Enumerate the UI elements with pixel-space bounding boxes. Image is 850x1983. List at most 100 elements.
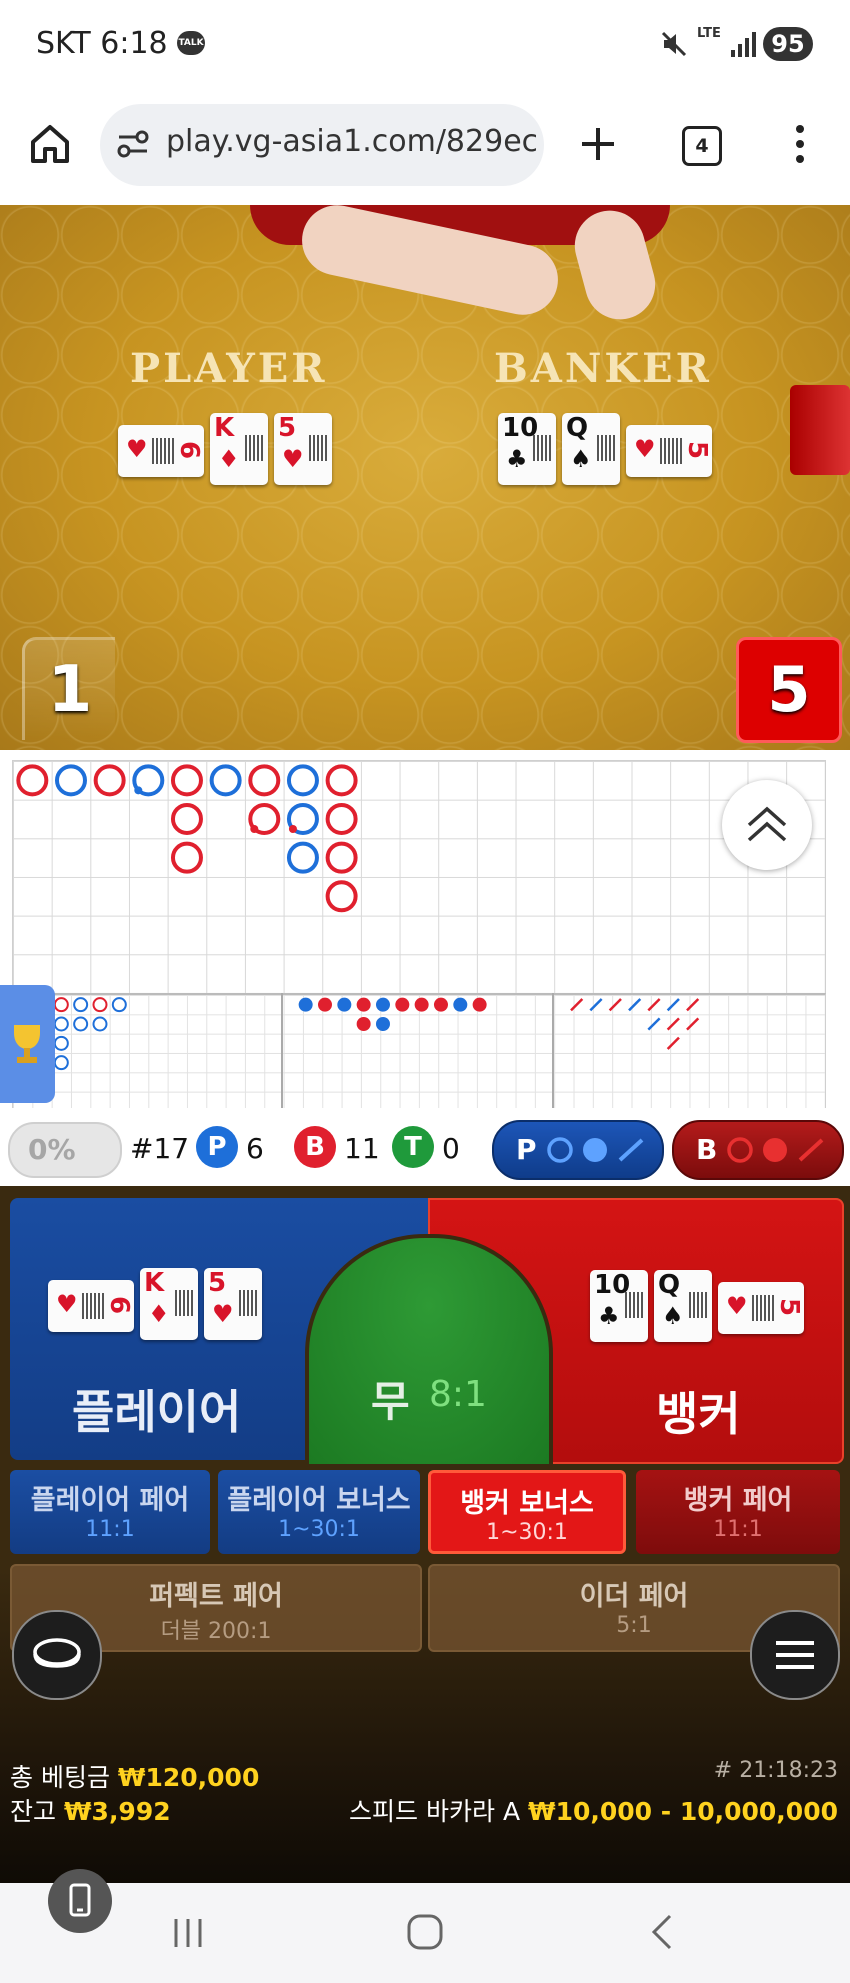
small-road-mark	[395, 997, 410, 1012]
player-area-label: PLAYER	[130, 345, 328, 392]
status-bar: SKT 6:18 TALK LTE 95	[0, 0, 850, 90]
card-rank: 6	[103, 1295, 134, 1315]
floating-phone-button[interactable]	[48, 1869, 112, 1933]
small-road-mark	[356, 997, 371, 1012]
more-menu-icon[interactable]	[794, 124, 806, 168]
pair-dot-mark	[134, 786, 143, 795]
banker-table-cards: 10 ♣ Q ♠ 5 ♥	[498, 413, 738, 493]
small-road-mark	[356, 1016, 371, 1031]
banker-hand-cards: 10 ♣ Q ♠ 5 ♥	[590, 1270, 830, 1350]
big-eye-mark	[92, 1016, 108, 1032]
card-rank: 5	[681, 440, 712, 460]
small-road-mark	[414, 997, 429, 1012]
url-text: play.vg-asia1.com/829ec	[166, 124, 536, 159]
cockroach-road-mark	[647, 1017, 661, 1031]
pair-dot-mark	[250, 824, 259, 833]
playing-card: 6 ♥	[118, 425, 204, 477]
cockroach-road-mark	[686, 998, 700, 1012]
card-suit: ♥	[56, 1290, 78, 1318]
home-icon[interactable]	[28, 122, 72, 170]
menu-button[interactable]	[750, 1610, 840, 1700]
back-icon[interactable]	[648, 1913, 678, 1955]
total-bet-label: 총 베팅금	[10, 1763, 110, 1792]
table-info: 스피드 바카라 A ₩10,000 - 10,000,000	[349, 1792, 838, 1828]
small-road-mark	[453, 997, 468, 1012]
chevron-up-icon	[747, 806, 787, 842]
big-eye-mark	[73, 1016, 89, 1032]
network-type: LTE	[697, 26, 721, 41]
playing-card: 5 ♥	[718, 1282, 804, 1334]
banker-win-mark	[325, 880, 358, 913]
address-bar[interactable]: play.vg-asia1.com/829ec	[100, 104, 544, 186]
banker-pair-button[interactable]: 뱅커 페어 11:1	[636, 1470, 840, 1554]
predict-marks-icon	[727, 1137, 824, 1163]
scoreboard-roadmap	[0, 750, 850, 1111]
player-count-icon: P	[196, 1126, 238, 1168]
player-count: 6	[246, 1132, 264, 1165]
card-rank: K	[144, 1268, 165, 1298]
tie-count: 0	[442, 1132, 460, 1165]
tie-bet-spot[interactable]: 무 8:1	[305, 1234, 553, 1468]
cockroach-road-mark	[666, 998, 680, 1012]
card-suit: ♥	[726, 1292, 748, 1320]
derived-road-marks	[15, 997, 700, 1071]
card-suit: ♥	[282, 445, 304, 473]
player-pair-button[interactable]: 플레이어 페어 11:1	[10, 1470, 210, 1554]
browser-toolbar: play.vg-asia1.com/829ec 4	[0, 90, 850, 205]
small-road-mark	[337, 997, 352, 1012]
card-rank: 5	[278, 413, 297, 443]
big-eye-mark	[53, 1055, 69, 1071]
big-eye-mark	[53, 1016, 69, 1032]
small-road-mark	[375, 1016, 390, 1031]
battery-badge: 95	[763, 27, 813, 61]
card-rank: Q	[566, 413, 589, 443]
banker-count-icon: B	[294, 1126, 336, 1168]
live-video-feed: PLAYER BANKER 6 ♥ K ♦ 5 ♥ 10 ♣ Q ♠ 5 ♥ 1 5	[0, 205, 850, 750]
banker-win-mark	[325, 764, 358, 797]
banker-bonus-button[interactable]: 뱅커 보너스 1~30:1	[428, 1470, 626, 1554]
small-road-mark	[433, 997, 448, 1012]
card-rank: Q	[658, 1270, 681, 1300]
big-eye-mark	[92, 997, 108, 1013]
site-settings-icon[interactable]	[116, 128, 150, 164]
win-percentage-toggle[interactable]: 0%	[8, 1122, 122, 1178]
banker-win-mark	[170, 764, 203, 797]
banker-score: 5	[736, 637, 842, 743]
big-eye-mark	[53, 1035, 69, 1051]
cockroach-road-mark	[666, 1017, 680, 1031]
cockroach-road-mark	[589, 998, 603, 1012]
chip-stack-icon	[33, 1638, 81, 1668]
mute-icon	[660, 30, 688, 62]
chat-button[interactable]	[12, 1610, 102, 1700]
leaderboard-tab[interactable]	[0, 985, 55, 1103]
playing-card: K ♦	[140, 1268, 198, 1340]
trophy-icon	[14, 1025, 40, 1063]
recent-apps-icon[interactable]	[170, 1915, 206, 1955]
collapse-roadmap-button[interactable]	[722, 780, 812, 870]
player-bonus-button[interactable]: 플레이어 보너스 1~30:1	[218, 1470, 420, 1554]
card-suit: ♣	[506, 445, 528, 473]
new-tab-icon[interactable]	[578, 124, 618, 168]
banker-area-label: BANKER	[494, 345, 712, 392]
playing-card: 5 ♥	[274, 413, 332, 485]
playing-card: 5 ♥	[626, 425, 712, 477]
cockroach-road-mark	[608, 998, 622, 1012]
total-bet-value: ₩120,000	[117, 1763, 260, 1792]
tab-switcher-button[interactable]: 4	[682, 126, 722, 166]
betting-panel: 6 ♥ K ♦ 5 ♥ 플레이어 10 ♣ Q ♠ 5 ♥ 뱅커 무 8:1 플레이어 페어 11:…	[0, 1186, 850, 1883]
balance-label: 잔고	[10, 1797, 57, 1826]
banker-ask-road-button[interactable]: B	[672, 1120, 844, 1180]
big-road-marks	[16, 764, 358, 913]
big-eye-mark	[111, 997, 127, 1013]
banker-win-mark	[325, 841, 358, 874]
playing-card: 10 ♣	[498, 413, 556, 485]
banker-win-mark	[248, 764, 281, 797]
home-nav-icon[interactable]	[406, 1913, 444, 1955]
percent-value: 0%	[28, 1133, 76, 1166]
banker-win-mark	[16, 764, 49, 797]
balance-value: ₩3,992	[63, 1797, 171, 1826]
card-shoe	[790, 385, 850, 475]
tie-label: 무	[371, 1377, 410, 1426]
cockroach-road-mark	[666, 1036, 680, 1050]
player-ask-road-button[interactable]: P	[492, 1120, 664, 1180]
